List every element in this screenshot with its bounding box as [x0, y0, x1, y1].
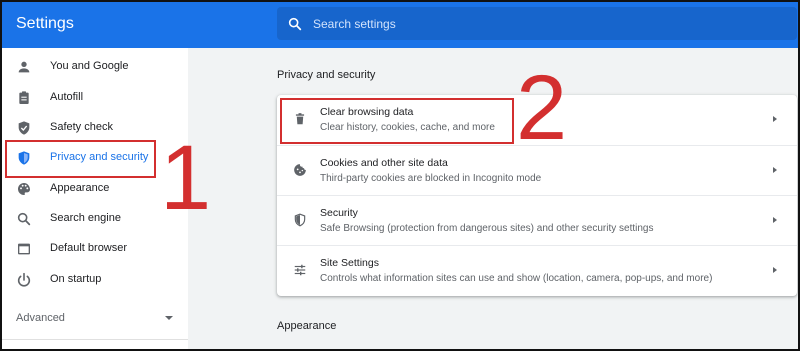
row-description: Safe Browsing (protection from dangerous…	[320, 223, 654, 234]
cookie-icon	[294, 164, 306, 176]
chevron-down-icon[interactable]	[165, 316, 173, 320]
appearance-section-title: Appearance	[277, 320, 337, 332]
power-icon	[17, 272, 31, 287]
site-settings-row[interactable]: Site Settings Controls what information …	[277, 245, 797, 295]
annotation-step-1: 1	[160, 127, 212, 229]
browser-icon	[18, 243, 30, 255]
chevron-right-icon	[773, 116, 777, 122]
sidebar-item-autofill[interactable]: Autofill	[0, 83, 188, 113]
shield-icon	[294, 213, 306, 227]
sidebar-item-label: On startup	[50, 273, 102, 285]
palette-icon	[18, 183, 30, 195]
sidebar-item-label: Autofill	[50, 91, 84, 103]
search-icon	[288, 17, 302, 31]
row-description: Controls what information sites can use …	[320, 273, 713, 284]
shield-check-icon	[18, 121, 30, 135]
sidebar-item-label: You and Google	[50, 60, 129, 72]
sidebar-item-label: Search engine	[50, 212, 121, 224]
row-title: Security	[320, 207, 358, 219]
annotation-step-2: 2	[516, 57, 568, 159]
sidebar-item-default-browser[interactable]: Default browser	[0, 234, 188, 264]
security-row[interactable]: Security Safe Browsing (protection from …	[277, 195, 797, 245]
row-title: Cookies and other site data	[320, 157, 448, 169]
clipboard-icon	[19, 91, 29, 104]
annotation-highlight-clear-data	[280, 98, 514, 144]
search-box[interactable]	[277, 7, 797, 40]
sidebar-item-label: Safety check	[50, 121, 113, 133]
search-input[interactable]	[313, 7, 783, 40]
tune-icon	[294, 264, 306, 276]
annotation-highlight-privacy	[5, 140, 156, 178]
person-icon	[18, 61, 30, 73]
chevron-right-icon	[773, 167, 777, 173]
chevron-right-icon	[773, 267, 777, 273]
header-bar: Settings	[0, 0, 800, 48]
row-title: Site Settings	[320, 257, 379, 269]
sidebar-item-label: Appearance	[50, 182, 110, 194]
section-title: Privacy and security	[277, 69, 376, 81]
sidebar-item-on-startup[interactable]: On startup	[0, 265, 188, 295]
sidebar-item-you-and-google[interactable]: You and Google	[0, 52, 188, 82]
row-description: Third-party cookies are blocked in Incog…	[320, 173, 542, 184]
sidebar-divider	[0, 339, 188, 340]
app-title: Settings	[16, 15, 74, 32]
sidebar-item-label: Default browser	[50, 242, 128, 254]
chevron-right-icon	[773, 217, 777, 223]
search-icon	[17, 212, 31, 226]
advanced-section-toggle[interactable]: Advanced	[16, 312, 65, 324]
